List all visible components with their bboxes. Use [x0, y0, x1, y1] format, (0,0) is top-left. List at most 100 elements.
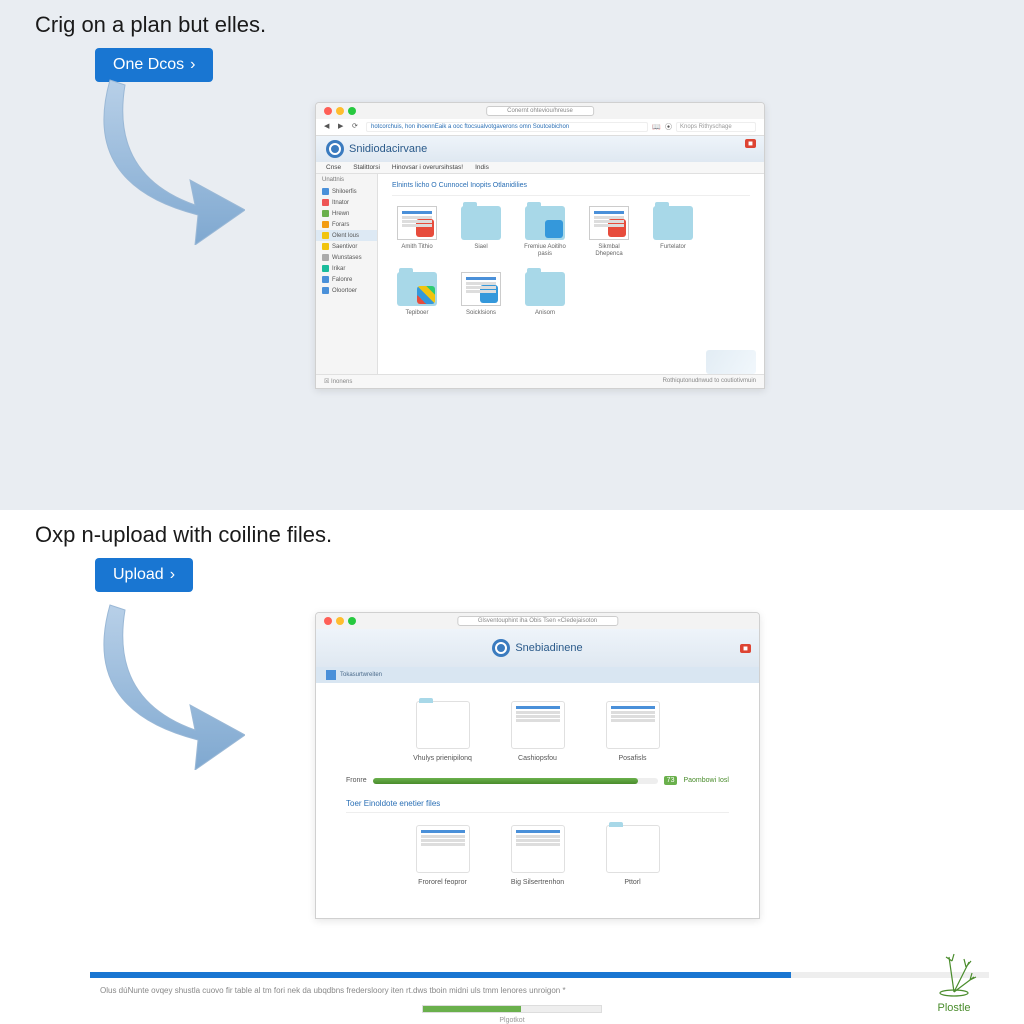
folder-grid: Amith Tithio Siael Fremiue Aoitiho pasis Si… — [392, 206, 750, 318]
folder-icon — [461, 206, 501, 240]
bottom-strip: Olus dúNunte ovqey shustla cuovo fir tab… — [0, 972, 1024, 1024]
sidebar-item[interactable]: Itnator — [316, 197, 377, 208]
upload-button[interactable]: Upload › — [95, 558, 193, 592]
upload-item[interactable]: Frororel feopror — [405, 825, 480, 886]
folder-item[interactable]: Furtelator — [648, 206, 698, 258]
folder-icon — [606, 825, 660, 873]
folder-item[interactable]: Tepiboer — [392, 272, 442, 317]
decorative-art — [706, 350, 756, 374]
close-dot-icon[interactable] — [324, 107, 332, 115]
progress-pct: 73 — [664, 776, 678, 785]
search-input[interactable]: Knops Rithyschage — [676, 122, 756, 132]
item-label: Frororel feopror — [405, 879, 480, 886]
sidebar-item[interactable]: Falonre — [316, 274, 377, 285]
brand-name: Snebiadinene — [515, 642, 582, 654]
sidebar-label: Itnator — [332, 200, 349, 206]
app-header: Snebiadinene ◼ — [316, 629, 759, 667]
sidebar-icon — [322, 287, 329, 294]
content-area: Vhulys prienipilonqCashiopsfouPosafisls … — [316, 683, 759, 918]
section-divider: Toer Einoldote enetier files — [346, 799, 729, 813]
overlay-icon — [417, 286, 435, 304]
item-label: Fremiue Aoitiho pasis — [520, 244, 570, 258]
minimize-dot-icon[interactable] — [336, 107, 344, 115]
sidebar-icon — [322, 188, 329, 195]
address-field[interactable]: hotcorchuis, hon ihoennEaik a ooc ftocsu… — [366, 122, 648, 132]
upload-grid-top: Vhulys prienipilonq Cashiopsfou Posafisls — [346, 701, 729, 762]
back-icon[interactable]: ◀ — [324, 122, 334, 132]
sidebar-item[interactable]: Saentivor — [316, 241, 377, 252]
app-header: Snidiodacirvane ◼ — [316, 136, 764, 162]
folder-icon — [525, 272, 565, 306]
sidebar-label: Shiloerfis — [332, 189, 357, 195]
brand-name: Snidiodacirvane — [349, 143, 427, 155]
folder-item[interactable]: Soicklsions — [456, 272, 506, 317]
doc-icon — [606, 701, 660, 749]
upload-item[interactable]: Posafisls — [595, 701, 670, 762]
sidebar-icon — [322, 221, 329, 228]
upload-item[interactable]: Vhulys prienipilonq — [405, 701, 480, 762]
maximize-dot-icon[interactable] — [348, 107, 356, 115]
sidebar-icon — [322, 210, 329, 217]
folder-item[interactable]: Siael — [456, 206, 506, 258]
strip-label: Plgotkot — [0, 1017, 1024, 1024]
item-label: Tepiboer — [392, 310, 442, 317]
url-bar: ◀ ▶ ⟳ hotcorchuis, hon ihoennEaik a ooc … — [316, 119, 764, 136]
plostle-label: Plostle — [924, 1002, 984, 1014]
sidebar-label: Saentivor — [332, 244, 357, 250]
folder-item[interactable]: Anisom — [520, 272, 570, 317]
minimize-dot-icon[interactable] — [336, 617, 344, 625]
tab-title: Conernt ohteviou/hreuse — [486, 106, 594, 116]
reader-icon[interactable]: 📖 — [652, 123, 661, 131]
blue-progress-bar — [90, 972, 989, 978]
browser-mock-1: Conernt ohteviou/hreuse ◀ ▶ ⟳ hotcorchui… — [315, 102, 765, 389]
sidebar-item[interactable]: Irikar — [316, 263, 377, 274]
addr-right: 📖 ⦿ Knops Rithyschage — [652, 122, 756, 132]
doc-icon — [511, 701, 565, 749]
doc-icon — [589, 206, 629, 240]
toolbar-label[interactable]: Tokasurtwreiten — [340, 672, 382, 678]
folder-item[interactable]: Fremiue Aoitiho pasis — [520, 206, 570, 258]
upload-item[interactable]: Pttorl — [595, 825, 670, 886]
section-plan: Crig on a plan but elles. One Dcos › Con… — [0, 0, 1024, 510]
overlay-icon — [416, 219, 434, 237]
sidebar: Unattnis ShiloerfisItnatorHrewnForarsOle… — [316, 174, 378, 374]
forward-icon[interactable]: ▶ — [338, 122, 348, 132]
maximize-dot-icon[interactable] — [348, 617, 356, 625]
item-label: Posafisls — [595, 755, 670, 762]
folder-item[interactable]: Amith Tithio — [392, 206, 442, 258]
folder-icon — [416, 701, 470, 749]
progress-row: Fronre 73 Paombowi Iosl — [346, 776, 729, 785]
sidebar-item[interactable]: Shiloerfis — [316, 186, 377, 197]
reload-icon[interactable]: ⟳ — [352, 122, 362, 132]
menu-item[interactable]: Indis — [475, 164, 489, 171]
sidebar-item[interactable]: Olent lous — [316, 230, 377, 241]
notification-badge[interactable]: ◼ — [740, 644, 751, 653]
sidebar-item[interactable]: Hrewn — [316, 208, 377, 219]
menu-item[interactable]: Cnse — [326, 164, 341, 171]
upload-item[interactable]: Cashiopsfou — [500, 701, 575, 762]
progress-link[interactable]: Paombowi Iosl — [683, 777, 729, 784]
curved-arrow-icon — [95, 600, 245, 770]
menu-item[interactable]: Stalittorsi — [353, 164, 380, 171]
item-label: Anisom — [520, 310, 570, 317]
strip-text: Olus dúNunte ovqey shustla cuovo fir tab… — [0, 986, 1024, 1005]
section-upload: Oxp n-upload with coiline files. Upload … — [0, 510, 1024, 949]
sidebar-item[interactable]: Forars — [316, 219, 377, 230]
sidebar-item[interactable]: Oloortoer — [316, 285, 377, 296]
headline-upload: Oxp n-upload with coiline files. — [35, 522, 989, 548]
menu-item[interactable]: Hinovsar i overursihstas! — [392, 164, 463, 171]
sidebar-item[interactable]: Wunstases — [316, 252, 377, 263]
rss-icon[interactable]: ⦿ — [665, 122, 672, 132]
folder-item[interactable]: Sikmbal Dhepenca — [584, 206, 634, 258]
close-dot-icon[interactable] — [324, 617, 332, 625]
upload-item[interactable]: Big Silsertrenhon — [500, 825, 575, 886]
progress-bar — [373, 778, 658, 784]
item-label: Vhulys prienipilonq — [405, 755, 480, 762]
folder-icon — [525, 206, 565, 240]
item-label: Soicklsions — [456, 310, 506, 317]
breadcrumb[interactable]: Elnints licho O Cunnocel Inopits Otlanid… — [392, 182, 750, 196]
cta-label: Upload — [113, 566, 164, 584]
sidebar-label: Oloortoer — [332, 288, 357, 294]
content-area: Elnints licho O Cunnocel Inopits Otlanid… — [378, 174, 764, 374]
notification-badge[interactable]: ◼ — [745, 139, 756, 148]
